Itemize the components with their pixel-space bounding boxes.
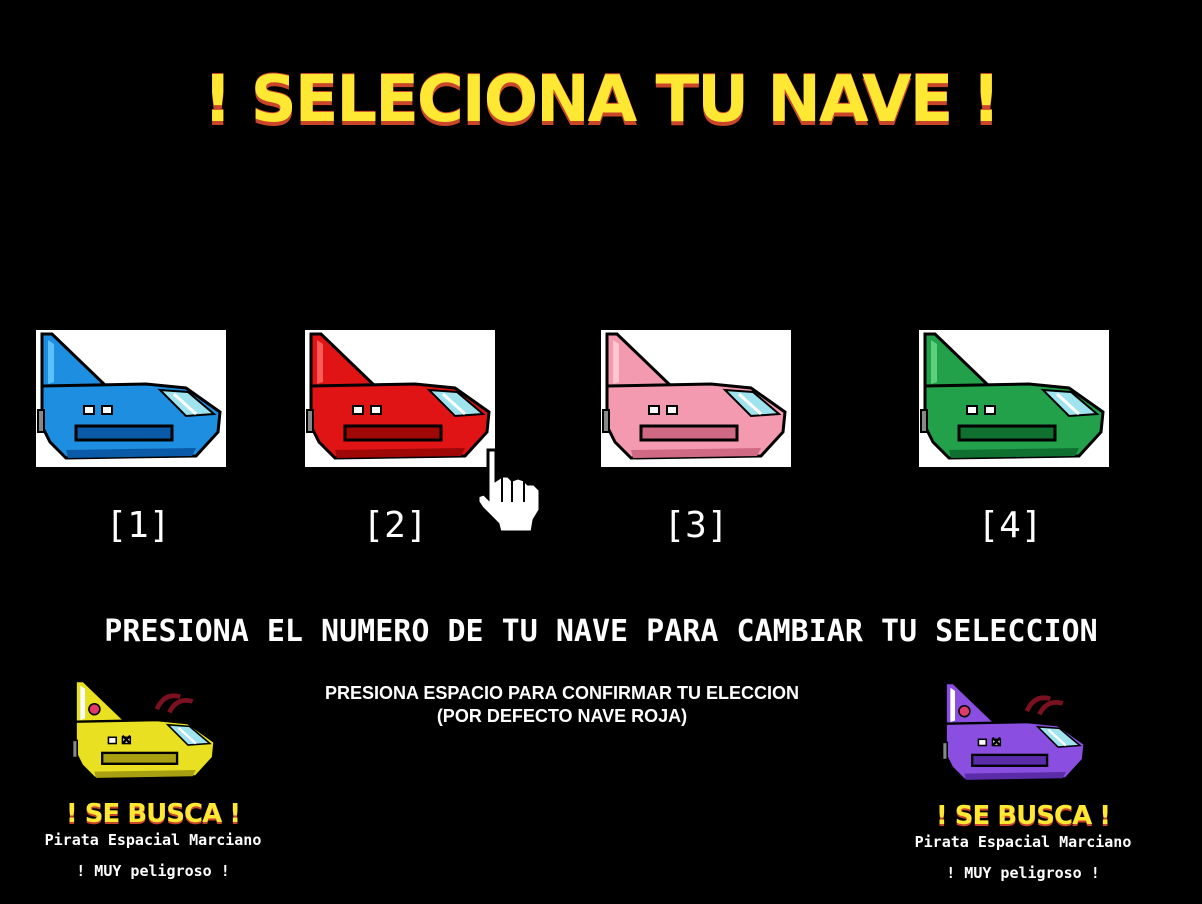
- ship-red-icon: [306, 332, 491, 460]
- wanted-title: ! SE BUSCA !: [935, 801, 1111, 831]
- page-title: ! SELECIONA TU NAVE !: [203, 63, 1001, 137]
- ship-key-label-4: [4]: [977, 505, 1043, 546]
- ship-green-icon: [920, 332, 1105, 460]
- wanted-title: ! SE BUSCA !: [65, 799, 241, 829]
- confirm-instruction-line1: PRESIONA ESPACIO PARA CONFIRMAR TU ELECC…: [324, 683, 800, 703]
- wanted-poster-left: ! SE BUSCA ! Pirata Espacial Marciano ! …: [33, 678, 273, 888]
- hand-pointer-icon: [474, 446, 554, 542]
- confirm-instruction-line2: (POR DEFECTO NAVE ROJA): [436, 706, 688, 726]
- ship-pink-icon: [602, 332, 787, 460]
- ship-option-2[interactable]: [305, 330, 495, 467]
- ship-option-1[interactable]: [36, 330, 226, 467]
- wanted-subtitle: Pirata Espacial Marciano: [44, 831, 262, 849]
- pirate-ship-yellow-icon: [71, 679, 216, 780]
- wanted-subtitle: Pirata Espacial Marciano: [914, 833, 1132, 851]
- confirm-instruction: PRESIONA ESPACIO PARA CONFIRMAR TU ELECC…: [262, 682, 862, 728]
- wanted-warning: ! MUY peligroso !: [76, 862, 230, 880]
- ship-option-3[interactable]: [601, 330, 791, 467]
- ship-option-4[interactable]: [919, 330, 1109, 467]
- ship-key-label-1: [1]: [105, 505, 171, 546]
- wanted-poster-right: ! SE BUSCA ! Pirata Espacial Marciano ! …: [903, 680, 1143, 890]
- change-selection-instruction: PRESIONA EL NUMERO DE TU NAVE PARA CAMBI…: [104, 614, 1098, 649]
- pirate-ship-purple-icon: [941, 681, 1086, 782]
- wanted-warning: ! MUY peligroso !: [946, 864, 1100, 882]
- ship-key-label-2: [2]: [362, 505, 428, 546]
- ship-key-label-3: [3]: [663, 505, 729, 546]
- ship-blue-icon: [37, 332, 222, 460]
